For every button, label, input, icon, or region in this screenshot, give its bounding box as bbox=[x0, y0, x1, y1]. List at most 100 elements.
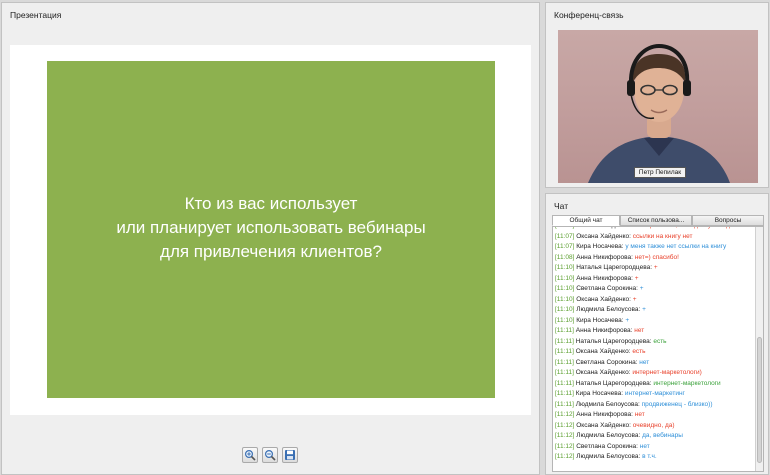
chat-message: [11:11] Наталья Царегородцева: интернет-… bbox=[555, 379, 753, 390]
chat-message: [11:11] Людмила Белоусова: продвиженец -… bbox=[555, 400, 753, 411]
chat-message: [11:12] Анна Никифорова: нет bbox=[555, 410, 753, 421]
chat-message: [11:07] Оксана Хайденко: есть фотошоп, е… bbox=[555, 227, 753, 232]
presenter-video-image bbox=[588, 43, 730, 183]
message-author: Оксана Хайденко: bbox=[576, 295, 631, 303]
message-text: интернет-маркетологи bbox=[653, 379, 721, 387]
message-time: [11:10] bbox=[555, 285, 575, 292]
chat-message: [11:08] Анна Никифорова: нет=) спасибо! bbox=[555, 253, 753, 264]
message-time: [11:07] bbox=[555, 243, 575, 250]
message-time: [11:12] bbox=[555, 411, 575, 418]
message-author: Анна Никифорова: bbox=[576, 253, 633, 261]
message-text: + bbox=[634, 274, 639, 282]
message-text: есть фотошоп, есть доступ и т.д. bbox=[633, 227, 732, 229]
message-time: [11:11] bbox=[555, 327, 574, 334]
chat-message: [11:11] Оксана Хайденко: есть bbox=[555, 347, 753, 358]
message-text: интернет-маркетологи) bbox=[632, 369, 702, 376]
zoom-out-button[interactable] bbox=[262, 447, 278, 463]
video-feed: Петр Пепилак bbox=[558, 30, 758, 183]
presentation-panel: Презентация Кто из вас использует или пл… bbox=[1, 2, 540, 475]
message-text: нет=) спасибо! bbox=[634, 253, 679, 261]
slide-canvas: Кто из вас использует или планирует испо… bbox=[10, 45, 531, 415]
message-time: [11:11] bbox=[555, 348, 574, 355]
message-author: Кира Носачева: bbox=[576, 316, 624, 324]
chat-message: [11:07] Кира Носачева: у меня также нет … bbox=[555, 242, 753, 253]
zoom-in-icon bbox=[244, 449, 256, 461]
chat-message: [11:11] Оксана Хайденко: интернет-маркет… bbox=[555, 368, 753, 379]
conference-title: Конференц-связь bbox=[554, 10, 624, 20]
message-text: в т.ч. bbox=[642, 453, 657, 460]
message-text: нет bbox=[634, 327, 645, 334]
message-text: + bbox=[642, 306, 646, 313]
slide-text: Кто из вас использует или планирует испо… bbox=[47, 192, 495, 264]
tab-general-chat[interactable]: Общий чат bbox=[552, 215, 620, 226]
message-author: Оксана Хайденко: bbox=[576, 421, 631, 429]
message-author: Наталья Царегородцева: bbox=[575, 379, 652, 387]
message-author: Светлана Сорокина: bbox=[576, 442, 638, 450]
chat-tabs: Общий чат Список пользова... Вопросы bbox=[552, 215, 764, 226]
chat-log[interactable]: [11:07] Оксана Хайденко: есть фотошоп, е… bbox=[552, 226, 764, 472]
chat-message: [11:11] Светлана Сорокина: нет bbox=[555, 358, 753, 369]
message-author: Людмила Белоусова: bbox=[575, 400, 640, 408]
message-time: [11:11] bbox=[555, 379, 574, 387]
message-author: Светлана Сорокина: bbox=[576, 285, 638, 292]
chat-title: Чат bbox=[554, 201, 569, 211]
message-text: + bbox=[625, 316, 630, 324]
message-author: Людмила Белоусова: bbox=[576, 432, 641, 439]
message-text: + bbox=[653, 264, 658, 271]
chat-message: [11:10] Кира Носачева: + bbox=[555, 316, 753, 327]
message-author: Анна Никифорова: bbox=[576, 274, 633, 282]
zoom-out-icon bbox=[264, 449, 276, 461]
presenter-name-tag: Петр Пепилак bbox=[634, 167, 686, 178]
message-time: [11:10] bbox=[555, 316, 575, 324]
message-author: Оксана Хайденко: bbox=[576, 227, 631, 229]
chat-message: [11:10] Оксана Хайденко: + bbox=[555, 295, 753, 306]
message-time: [11:08] bbox=[555, 253, 575, 261]
message-time: [11:10] bbox=[555, 306, 575, 313]
message-author: Людмила Белоусова: bbox=[576, 453, 641, 460]
chat-message: [11:10] Людмила Белоусова: + bbox=[555, 305, 753, 316]
message-text: нет bbox=[639, 442, 650, 450]
message-time: [11:10] bbox=[555, 295, 575, 303]
message-author: Анна Никифорова: bbox=[575, 327, 633, 334]
chat-message: [11:12] Людмила Белоусова: да, вебинары bbox=[555, 431, 753, 442]
message-text: есть bbox=[632, 348, 646, 355]
chat-scrollbar-thumb[interactable] bbox=[757, 337, 762, 463]
chat-panel: Чат Общий чат Список пользова... Вопросы… bbox=[545, 193, 769, 475]
chat-message: [11:10] Анна Никифорова: + bbox=[555, 274, 753, 285]
chat-message: [11:12] Людмила Белоусова: в т.ч. bbox=[555, 452, 753, 463]
message-author: Кира Носачева: bbox=[576, 243, 624, 250]
message-time: [11:10] bbox=[555, 264, 575, 271]
chat-message: [11:12] Светлана Сорокина: нет bbox=[555, 442, 753, 453]
chat-message: [11:07] Оксана Хайденко: ссылки на книгу… bbox=[555, 232, 753, 243]
zoom-in-button[interactable] bbox=[242, 447, 258, 463]
save-icon bbox=[285, 450, 295, 460]
message-text: нет bbox=[634, 411, 645, 418]
message-time: [11:11] bbox=[555, 358, 574, 366]
message-author: Наталья Царегородцева: bbox=[576, 264, 652, 271]
chat-message: [11:10] Светлана Сорокина: + bbox=[555, 284, 753, 295]
slide-line: или планирует использовать вебинары bbox=[116, 218, 426, 237]
chat-message: [11:11] Наталья Царегородцева: есть bbox=[555, 337, 753, 348]
message-time: [11:10] bbox=[555, 274, 575, 282]
message-text: ссылки на книгу нет bbox=[632, 232, 693, 240]
message-time: [11:11] bbox=[555, 400, 574, 408]
conference-panel: Конференц-связь Петр Пепилак bbox=[545, 2, 769, 188]
message-author: Оксана Хайденко: bbox=[575, 369, 631, 376]
message-time: [11:07] bbox=[555, 227, 574, 229]
chat-scrollbar[interactable] bbox=[755, 227, 763, 471]
message-text: + bbox=[632, 295, 637, 303]
message-time: [11:12] bbox=[555, 442, 575, 450]
message-text: у меня также нет ссылки на книгу bbox=[625, 243, 727, 250]
tab-questions[interactable]: Вопросы bbox=[692, 215, 764, 226]
save-button[interactable] bbox=[282, 447, 298, 463]
message-author: Оксана Хайденко: bbox=[575, 348, 631, 355]
message-text: нет bbox=[639, 358, 650, 366]
message-text: интернет-маркетинг bbox=[624, 390, 685, 397]
chat-message: [11:10] Наталья Царегородцева: + bbox=[555, 263, 753, 274]
message-time: [11:11] bbox=[555, 390, 574, 397]
slide: Кто из вас использует или планирует испо… bbox=[47, 61, 495, 398]
message-time: [11:11] bbox=[555, 337, 574, 345]
message-text: очевидно, да) bbox=[632, 421, 675, 429]
tab-user-list[interactable]: Список пользова... bbox=[620, 215, 692, 226]
slide-line: Кто из вас использует bbox=[184, 194, 358, 213]
